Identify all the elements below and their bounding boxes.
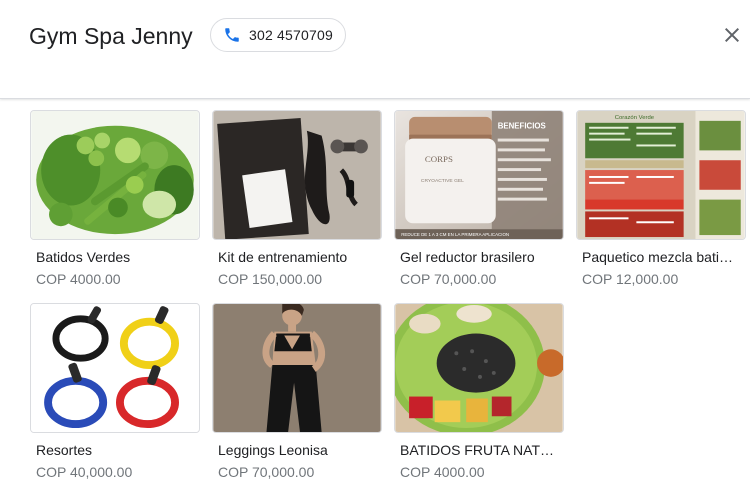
- gel-banner-text: BENEFICIOS: [498, 122, 546, 131]
- product-name: Gel reductor brasilero: [400, 249, 535, 265]
- product-image-leggings[interactable]: [212, 303, 382, 433]
- product-card[interactable]: Resortes COP 40,000.00: [30, 303, 200, 481]
- phone-number: 302 4570709: [249, 27, 333, 43]
- product-card[interactable]: Kit de entrenamiento COP 150,000.00: [212, 110, 382, 288]
- product-image-fruit-bowl[interactable]: [394, 303, 564, 433]
- call-button[interactable]: 302 4570709: [210, 18, 346, 52]
- product-name: Resortes: [36, 442, 93, 458]
- product-image-training-kit[interactable]: [212, 110, 382, 240]
- menu-heading-text: Corazón Verde: [615, 115, 655, 121]
- product-price: COP 4000.00: [400, 464, 485, 480]
- gel-brand-text: CORPS: [425, 154, 453, 164]
- product-price: COP 4000.00: [36, 271, 121, 287]
- gel-footer-text: REDUCE DE 1 A 3 CM EN LA PRIMERA APLICAC…: [401, 232, 509, 237]
- gel-product-text: CRYOACTIVE GEL: [421, 178, 464, 184]
- product-name: Leggings Leonisa: [218, 442, 328, 458]
- product-name: Batidos Verdes: [36, 249, 131, 265]
- product-card[interactable]: BATIDOS FRUTA NATU… COP 4000.00: [394, 303, 564, 481]
- product-card[interactable]: BENEFICIOS CORPS CRYOACTIVE GEL REDUCE D…: [394, 110, 564, 288]
- product-card[interactable]: Leggings Leonisa COP 70,000.00: [212, 303, 382, 481]
- product-image-green-vegetables[interactable]: [30, 110, 200, 240]
- close-icon[interactable]: [720, 23, 744, 47]
- phone-icon: [225, 28, 239, 42]
- product-card[interactable]: Batidos Verdes COP 4000.00: [30, 110, 200, 288]
- product-image-resistance-bands[interactable]: [30, 303, 200, 433]
- product-card[interactable]: Corazón Verde Paquetico mezcla bati… COP…: [576, 110, 746, 288]
- product-price: COP 40,000.00: [36, 464, 133, 480]
- product-image-gel-jar[interactable]: BENEFICIOS CORPS CRYOACTIVE GEL REDUCE D…: [394, 110, 564, 240]
- business-title: Gym Spa Jenny: [29, 23, 193, 49]
- product-price: COP 150,000.00: [218, 271, 323, 287]
- product-name: Kit de entrenamiento: [218, 249, 348, 265]
- product-price: COP 12,000.00: [582, 271, 679, 287]
- header: Gym Spa Jenny 302 4570709: [0, 0, 750, 99]
- product-image-shake-menu[interactable]: Corazón Verde: [576, 110, 746, 240]
- product-price: COP 70,000.00: [400, 271, 497, 287]
- product-name: Paquetico mezcla bati…: [582, 249, 733, 265]
- product-price: COP 70,000.00: [218, 464, 315, 480]
- product-name: BATIDOS FRUTA NATU…: [400, 442, 558, 458]
